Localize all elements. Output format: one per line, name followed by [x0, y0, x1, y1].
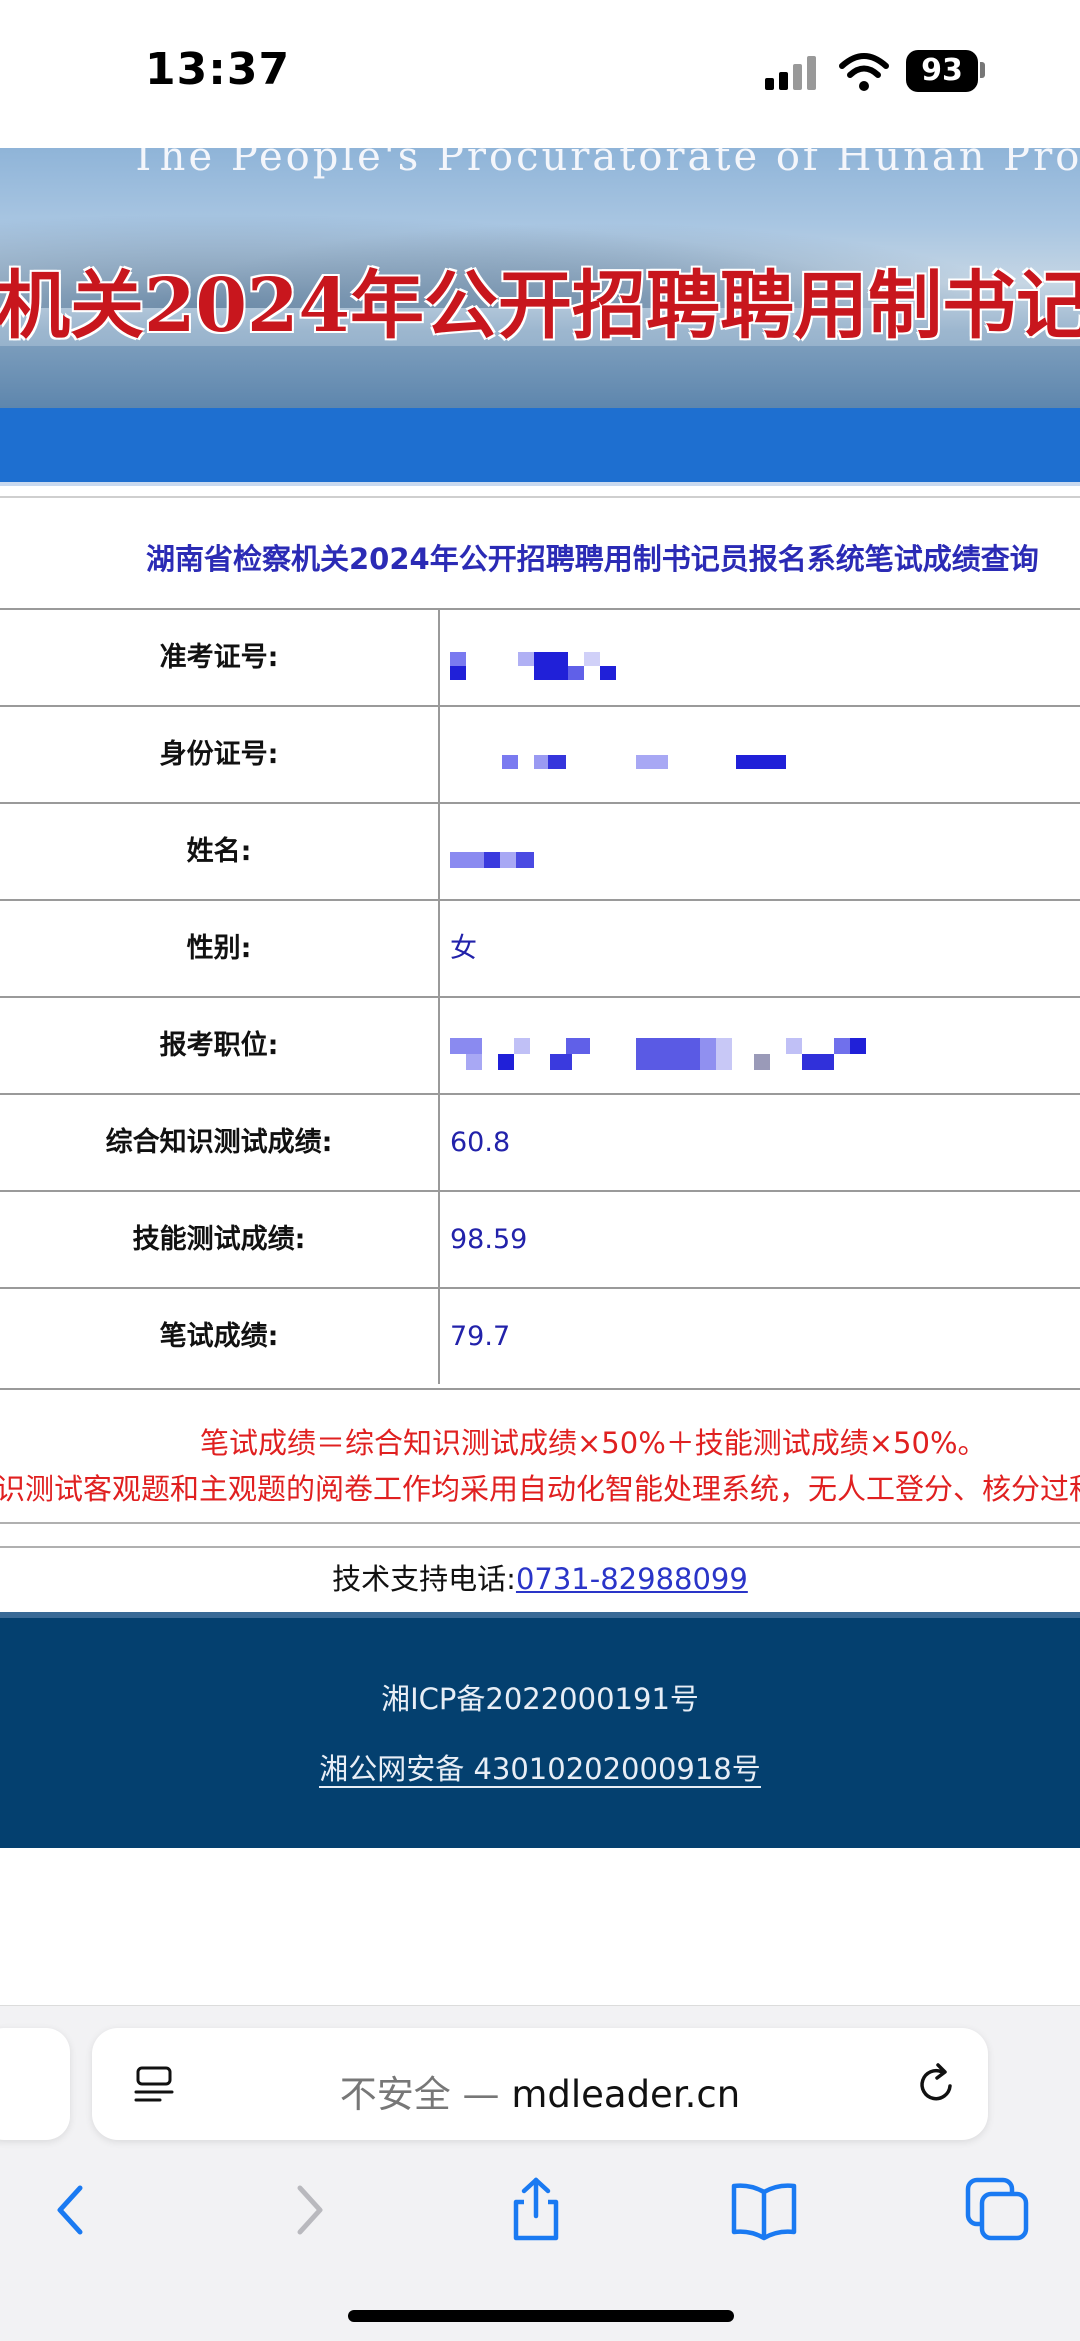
row-general-knowledge-score: 综合知识测试成绩: 60.8 — [0, 1095, 1080, 1192]
row-name: 姓名: — [0, 804, 1080, 901]
value-gender: 女 — [450, 933, 477, 964]
url-text[interactable]: 不安全 — mdleader.cn — [92, 2064, 988, 2118]
insecure-label: 不安全 — [339, 2073, 451, 2116]
banner-water — [0, 346, 1080, 408]
battery-cap — [980, 62, 985, 78]
share-icon[interactable] — [500, 2174, 572, 2246]
previous-tab-preview[interactable] — [0, 2028, 70, 2140]
address-bar[interactable]: 不安全 — mdleader.cn — [92, 2028, 988, 2140]
forward-icon[interactable] — [272, 2174, 344, 2246]
browser-toolbar: 不安全 — mdleader.cn — [0, 2005, 1080, 2341]
label-name: 姓名: — [0, 804, 440, 899]
battery-icon: 93 — [906, 50, 978, 92]
label-id-number: 身份证号: — [0, 707, 440, 802]
url-separator: — — [450, 2073, 512, 2116]
row-skill-score: 技能测试成绩: 98.59 — [0, 1192, 1080, 1289]
police-record-text[interactable]: 湘公网安备 43010202000918号 — [319, 1752, 761, 1788]
label-position: 报考职位: — [0, 998, 440, 1093]
tabs-icon[interactable] — [962, 2174, 1034, 2246]
row-position: 报考职位: — [0, 998, 1080, 1095]
query-title-row: 湖南省检察机关2024年公开招聘聘用制书记员报名系统笔试成绩查询 — [0, 496, 1080, 610]
police-record[interactable]: 湘公网安备 43010202000918号 — [0, 1746, 1080, 1788]
tech-support-phone-link[interactable]: 0731-82988099 — [516, 1562, 748, 1596]
url-domain: mdleader.cn — [511, 2073, 741, 2116]
label-exam-number: 准考证号: — [0, 610, 440, 705]
tech-support: 技术支持电话:0731-82988099 — [0, 1546, 1080, 1610]
score-formula: 笔试成绩＝综合知识测试成绩×50%＋技能测试成绩×50%。 — [200, 1426, 987, 1460]
value-written-score: 79.7 — [450, 1321, 511, 1352]
query-title: 湖南省检察机关2024年公开招聘聘用制书记员报名系统笔试成绩查询 — [146, 542, 1039, 576]
icp-record[interactable]: 湘ICP备2022000191号 — [0, 1676, 1080, 1718]
tech-support-label: 技术支持电话: — [332, 1562, 516, 1596]
row-gender: 性别: 女 — [0, 901, 1080, 998]
cellular-signal-icon — [765, 56, 817, 90]
row-written-score: 笔试成绩: 79.7 — [0, 1289, 1080, 1386]
row-exam-number: 准考证号: — [0, 610, 1080, 707]
score-note: 笔试成绩＝综合知识测试成绩×50%＋技能测试成绩×50%。 识测试客观题和主观题… — [0, 1388, 1080, 1524]
bookmarks-icon[interactable] — [728, 2174, 800, 2246]
value-general-knowledge-score: 60.8 — [450, 1127, 511, 1158]
wifi-icon — [839, 53, 889, 91]
label-gender: 性别: — [0, 901, 440, 996]
status-time: 13:37 — [145, 44, 291, 95]
site-footer: 湘ICP备2022000191号 湘公网安备 43010202000918号 — [0, 1612, 1080, 1848]
grading-note: 识测试客观题和主观题的阅卷工作均采用自动化智能处理系统，无人工登分、核分过程， — [0, 1472, 1080, 1506]
banner-subtitle: The People's Procuratorate of Hunan Prov… — [130, 148, 1080, 180]
value-skill-score: 98.59 — [450, 1224, 528, 1255]
site-banner: The People's Procuratorate of Hunan Prov… — [0, 148, 1080, 408]
nav-bar — [0, 408, 1080, 486]
back-icon[interactable] — [36, 2174, 108, 2246]
label-general-knowledge-score: 综合知识测试成绩: — [0, 1095, 440, 1190]
label-skill-score: 技能测试成绩: — [0, 1192, 440, 1287]
home-indicator[interactable] — [348, 2310, 734, 2322]
reload-icon[interactable] — [912, 2060, 960, 2108]
banner-title: 机关2024年公开招聘聘用制书记员 — [0, 263, 1080, 349]
label-written-score: 笔试成绩: — [0, 1289, 440, 1384]
row-id-number: 身份证号: — [0, 707, 1080, 804]
status-bar: 13:37 93 — [0, 0, 1080, 148]
